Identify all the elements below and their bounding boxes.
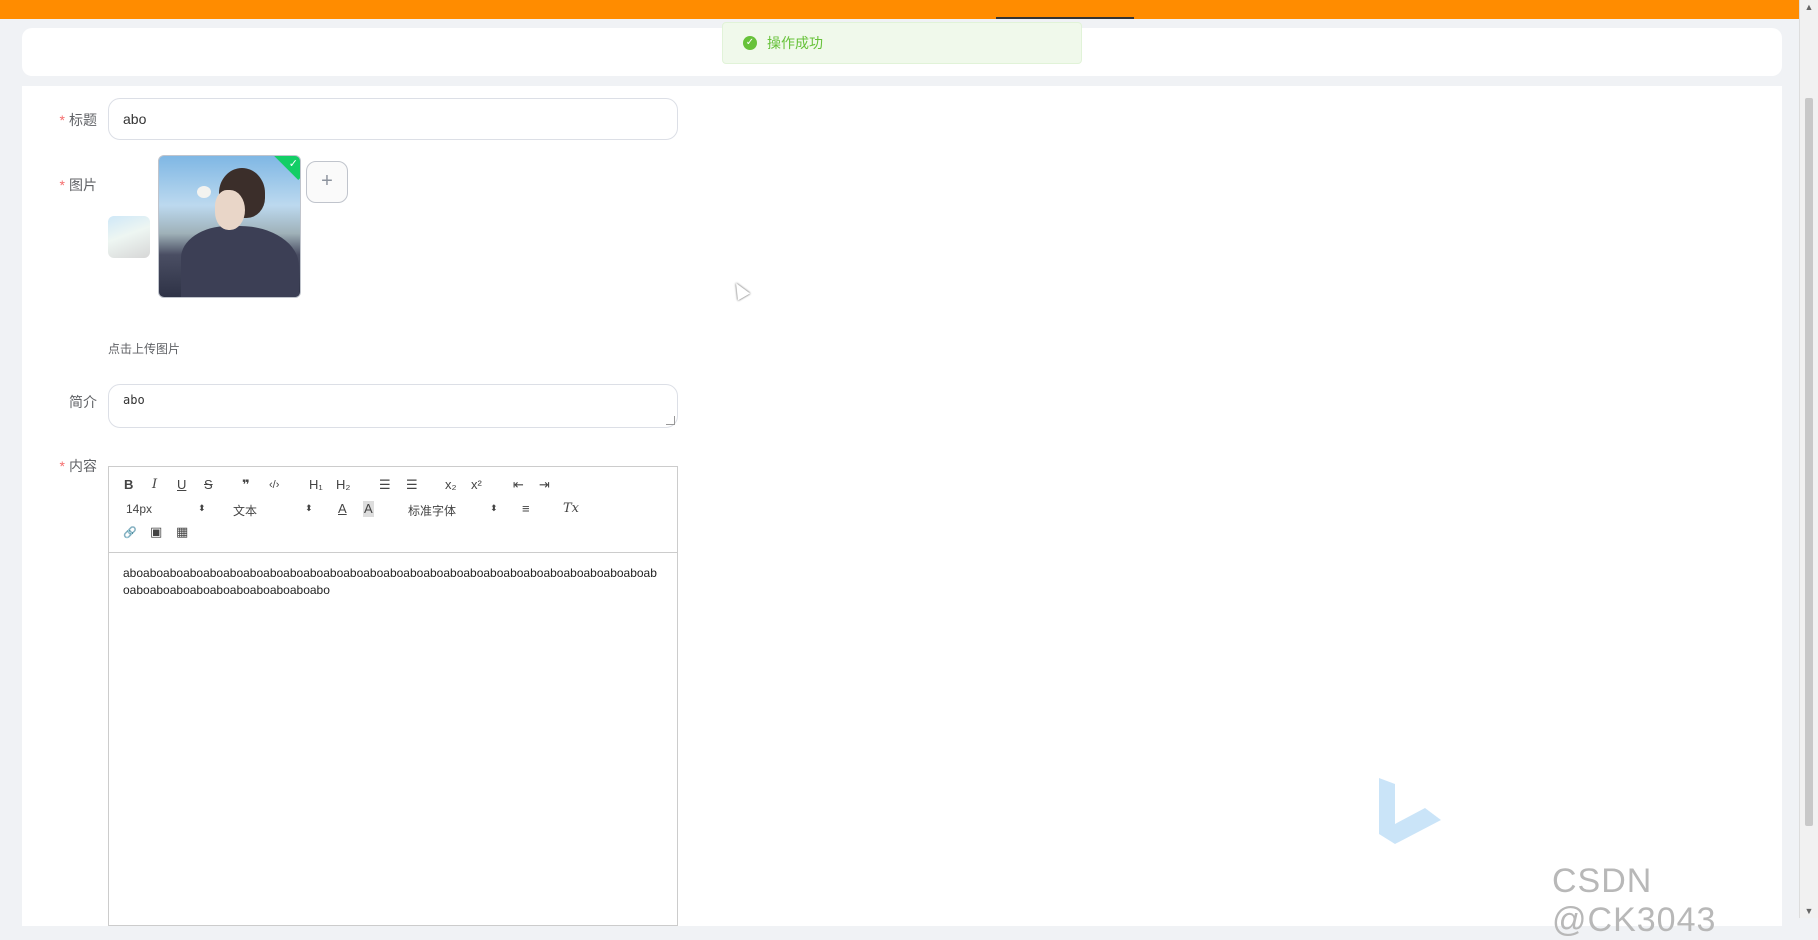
toast-message: 操作成功 <box>767 35 823 51</box>
font-size-picker[interactable]: 14px ⬍ <box>126 502 206 516</box>
background-color-icon[interactable]: A <box>363 501 374 517</box>
title-label-text: 标题 <box>69 112 97 128</box>
vertical-scrollbar[interactable]: ▲ ▼ <box>1799 0 1818 918</box>
image-drag-preview <box>108 216 150 258</box>
image-label: * 图片 <box>20 175 97 195</box>
font-family-picker[interactable]: 标准字体 ⬍ <box>408 502 498 519</box>
title-label: * 标题 <box>20 110 97 130</box>
required-asterisk: * <box>59 458 65 474</box>
intro-textarea[interactable]: abo <box>108 384 678 428</box>
outdent-icon[interactable]: ⇤ <box>513 477 524 493</box>
check-circle-icon: ✓ <box>743 36 757 50</box>
subscript-button[interactable]: x₂ <box>445 477 457 493</box>
success-toast: ✓ 操作成功 <box>722 22 1082 64</box>
upload-tip: 点击上传图片 <box>108 342 181 356</box>
active-tab-indicator <box>996 17 1134 19</box>
superscript-button[interactable]: x² <box>471 477 482 493</box>
image-icon[interactable]: ▣ <box>150 524 162 540</box>
bing-logo-icon <box>1379 778 1441 844</box>
illustration-robe <box>181 226 299 297</box>
chevron-updown-icon: ⬍ <box>305 503 313 513</box>
intro-label: 简介 <box>69 394 97 410</box>
header-2-button[interactable]: H₂ <box>336 477 350 493</box>
italic-button[interactable]: I <box>152 477 157 493</box>
header-1-button[interactable]: H₁ <box>309 477 323 493</box>
video-icon[interactable]: ▦ <box>176 524 188 540</box>
intro-value: abo <box>123 393 145 407</box>
font-size-value: 14px <box>126 502 153 516</box>
chevron-updown-icon: ⬍ <box>490 503 498 513</box>
bold-button[interactable]: B <box>124 477 133 493</box>
scroll-up-icon[interactable]: ▲ <box>1800 0 1818 14</box>
indent-icon[interactable]: ⇥ <box>539 477 550 493</box>
illustration-butterfly <box>197 186 211 198</box>
editor-content[interactable]: aboaboaboaboaboaboaboaboaboaboaboaboaboa… <box>109 553 677 611</box>
rich-text-editor: B I U S ❞ ‹/› H₁ H₂ ☰ ☰ x₂ x² ⇤ ⇥ 14px ⬍… <box>108 466 678 926</box>
editor-toolbar: B I U S ❞ ‹/› H₁ H₂ ☰ ☰ x₂ x² ⇤ ⇥ 14px ⬍… <box>109 467 677 553</box>
content-label-text: 内容 <box>69 458 97 474</box>
top-header-bar <box>0 0 1800 19</box>
blockquote-icon[interactable]: ❞ <box>242 477 250 493</box>
ordered-list-icon[interactable]: ☰ <box>379 477 391 493</box>
uploaded-image-thumbnail[interactable]: ✓ <box>158 155 301 298</box>
align-icon[interactable]: ≡ <box>522 501 530 517</box>
csdn-watermark: CSDN @CK3043 <box>1552 862 1717 939</box>
illustration-face <box>215 190 245 230</box>
required-asterisk: * <box>59 177 65 193</box>
header-picker[interactable]: 文本 ⬍ <box>233 502 313 519</box>
text-color-icon[interactable]: A <box>338 501 347 517</box>
code-block-icon[interactable]: ‹/› <box>269 477 279 493</box>
font-family-value: 标准字体 <box>408 504 457 518</box>
required-asterisk: * <box>59 112 65 128</box>
resize-handle-icon[interactable] <box>666 416 675 425</box>
content-label: * 内容 <box>20 456 97 476</box>
link-icon[interactable]: 🔗 <box>123 525 137 541</box>
chevron-updown-icon: ⬍ <box>198 503 206 513</box>
title-input[interactable]: abo <box>108 98 678 140</box>
underline-button[interactable]: U <box>177 477 186 493</box>
scrollbar-thumb[interactable] <box>1805 98 1813 826</box>
image-label-text: 图片 <box>69 177 97 193</box>
clear-format-icon[interactable]: Tx <box>563 501 579 517</box>
header-picker-value: 文本 <box>233 504 258 518</box>
add-image-button[interactable]: + <box>306 161 348 203</box>
bullet-list-icon[interactable]: ☰ <box>406 477 418 493</box>
strike-button[interactable]: S <box>204 477 213 493</box>
check-icon: ✓ <box>288 158 298 170</box>
